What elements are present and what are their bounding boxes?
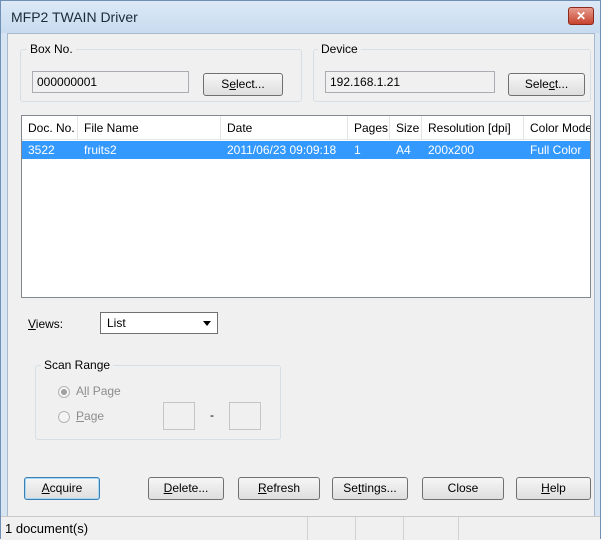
- settings-label-pre: Se: [343, 481, 358, 495]
- refresh-button[interactable]: Refresh: [238, 477, 320, 500]
- views-label: Views:: [28, 317, 63, 331]
- column-doc-no[interactable]: Doc. No.: [22, 116, 78, 140]
- device-legend: Device: [318, 42, 361, 56]
- box-select-button[interactable]: Select...: [203, 73, 283, 96]
- views-label-accel: V: [28, 317, 36, 331]
- title-bar[interactable]: MFP2 TWAIN Driver ✕: [1, 1, 600, 33]
- document-list[interactable]: Doc. No. File Name Date Pages Size Resol…: [21, 115, 591, 298]
- close-window-button[interactable]: ✕: [568, 7, 594, 25]
- acquire-label-accel: A: [41, 481, 50, 495]
- column-pages[interactable]: Pages: [348, 116, 390, 140]
- box-no-group: Box No. 000000001 Select...: [20, 42, 302, 102]
- acquire-button[interactable]: Acquire: [24, 477, 100, 500]
- column-file-name[interactable]: File Name: [78, 116, 221, 140]
- box-no-legend: Box No.: [27, 42, 76, 56]
- help-button[interactable]: Help: [516, 477, 591, 500]
- scan-range-legend: Scan Range: [41, 358, 114, 372]
- dialog-client-area: Box No. 000000001 Select... Device 192.1…: [7, 33, 595, 533]
- status-segment: [1, 517, 308, 540]
- all-page-label-post: l Page: [86, 384, 121, 398]
- cell-size: A4: [396, 143, 411, 157]
- device-field: 192.168.1.21: [325, 71, 495, 93]
- device-select-label-pre: Sele: [524, 77, 549, 91]
- acquire-label-rest: cquire: [49, 481, 83, 495]
- cell-color-mode: Full Color: [530, 143, 582, 157]
- box-no-field: 000000001: [32, 71, 189, 93]
- status-segment: [356, 517, 404, 540]
- page-radio[interactable]: [58, 411, 70, 423]
- close-button[interactable]: Close: [422, 477, 504, 500]
- page-range-separator: -: [210, 408, 214, 422]
- cell-resolution: 200x200: [428, 143, 475, 157]
- box-select-label-accel: e: [229, 77, 236, 91]
- status-segment: [308, 517, 356, 540]
- list-header: Doc. No. File Name Date Pages Size Resol…: [22, 116, 590, 140]
- window-title: MFP2 TWAIN Driver: [11, 9, 138, 25]
- box-select-label-post: lect...: [236, 77, 265, 91]
- page-from-input[interactable]: [163, 402, 195, 430]
- device-select-label-post: t...: [554, 77, 569, 91]
- device-group: Device 192.168.1.21 Select...: [313, 42, 591, 102]
- views-label-rest: iews:: [35, 317, 64, 331]
- column-resolution[interactable]: Resolution [dpi]: [422, 116, 524, 140]
- column-size[interactable]: Size: [390, 116, 422, 140]
- all-page-label[interactable]: All Page: [76, 384, 121, 398]
- page-label[interactable]: Page: [76, 409, 104, 423]
- views-dropdown[interactable]: List: [100, 312, 218, 334]
- page-label-accel: P: [76, 409, 85, 423]
- cell-pages: 1: [354, 143, 361, 157]
- table-row[interactable]: 3522 fruits2 2011/06/23 09:09:18 1 A4 20…: [22, 141, 590, 159]
- delete-label-rest: elete...: [172, 481, 209, 495]
- settings-label-post: tings...: [361, 481, 397, 495]
- refresh-label-rest: efresh: [266, 481, 301, 495]
- status-segment: [404, 517, 459, 540]
- delete-label-accel: D: [163, 481, 173, 495]
- status-bar: 1 document(s): [1, 516, 600, 540]
- page-to-input[interactable]: [229, 402, 261, 430]
- refresh-label-accel: R: [257, 481, 267, 495]
- column-color-mode[interactable]: Color Mode: [524, 116, 590, 140]
- device-select-button[interactable]: Select...: [508, 73, 585, 96]
- settings-button[interactable]: Settings...: [332, 477, 408, 500]
- help-label-accel: H: [541, 481, 550, 495]
- help-label-rest: elp: [549, 481, 566, 495]
- page-label-rest: age: [84, 409, 105, 423]
- cell-file-name: fruits2: [84, 143, 117, 157]
- cell-doc-no: 3522: [28, 143, 55, 157]
- column-date[interactable]: Date: [221, 116, 348, 140]
- cell-date: 2011/06/23 09:09:18: [227, 143, 337, 157]
- twain-driver-window: MFP2 TWAIN Driver ✕ Box No. 000000001 Se…: [0, 0, 601, 540]
- views-selected-value: List: [107, 316, 126, 330]
- all-page-label-pre: A: [76, 384, 85, 398]
- scan-range-group: Scan Range All Page Page -: [35, 358, 281, 440]
- delete-button[interactable]: Delete...: [148, 477, 224, 500]
- chevron-down-icon: [203, 321, 211, 326]
- all-page-radio[interactable]: [58, 386, 70, 398]
